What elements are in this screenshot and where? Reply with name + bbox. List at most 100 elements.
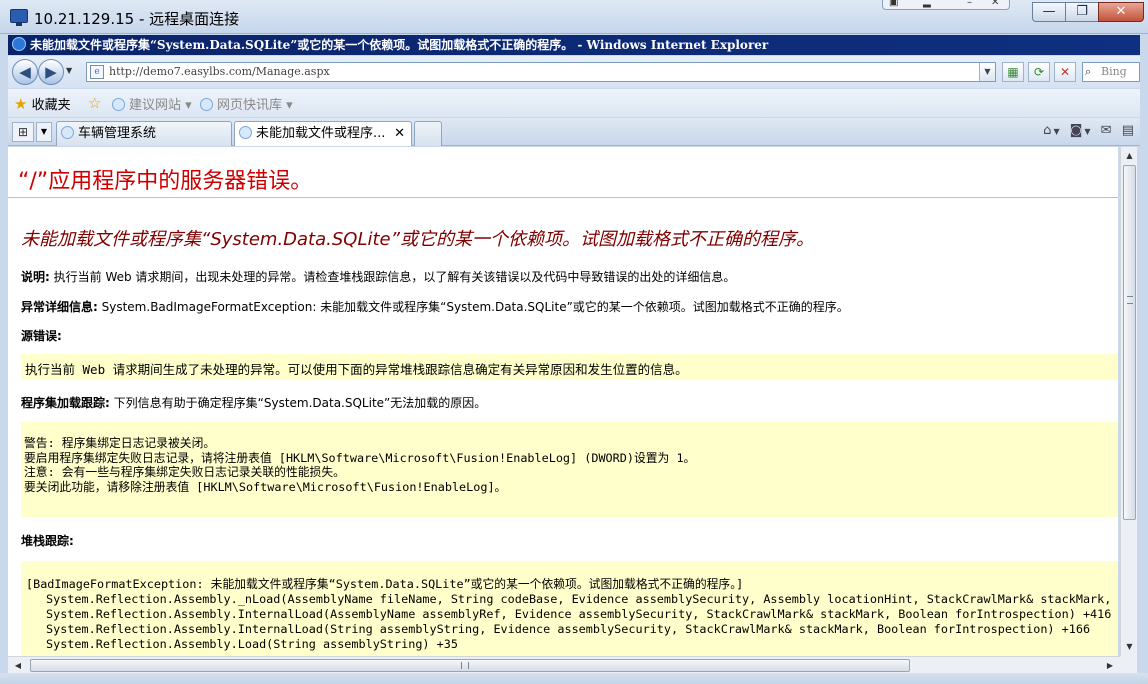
grip-icon <box>461 662 469 669</box>
stop-icon: ✕ <box>1059 65 1071 79</box>
source-error-text: 执行当前 Web 请求期间生成了未处理的异常。可以使用下面的异常堆栈跟踪信息确定… <box>25 362 688 377</box>
tab-label: 未能加载文件或程序... <box>256 126 386 141</box>
description-text: 执行当前 Web 请求期间，出现未处理的异常。请检查堆栈跟踪信息，以了解有关该错… <box>49 270 736 284</box>
favorites-star-icon: ★ <box>14 95 28 113</box>
print-icon[interactable]: ▤ <box>1122 123 1134 138</box>
horizontal-scroll-thumb[interactable] <box>30 659 910 672</box>
tab-vehicle-management[interactable]: 车辆管理系统 <box>56 121 232 146</box>
restore-icon: ❐ <box>1076 4 1088 19</box>
tab-error-page[interactable]: 未能加载文件或程序... ✕ <box>234 121 412 146</box>
scrollbar-corner <box>1120 656 1137 673</box>
scroll-right-icon[interactable]: ▶ <box>1102 658 1118 673</box>
feeds-icon[interactable]: ◙ <box>1070 123 1083 138</box>
tab-list-dropdown[interactable]: ▼ <box>36 122 52 142</box>
ie-page-icon <box>112 98 125 111</box>
back-arrow-icon: ◀ <box>19 63 31 81</box>
history-dropdown-icon[interactable]: ▼ <box>66 66 72 75</box>
back-button[interactable]: ◀ <box>12 59 38 85</box>
navigation-bar: ◀ ▶ ▼ e http://demo7.easylbs.com/Manage.… <box>8 56 1140 88</box>
source-error-heading: 源错误: <box>21 327 62 344</box>
window-controls: — ❐ ✕ <box>1032 2 1144 24</box>
assembly-trace-box: 警告: 程序集绑定日志记录被关闭。 要启用程序集绑定失败日志记录，请将注册表值 [… <box>21 422 1118 517</box>
stack-line: System.Reflection.Assembly._nLoad(Assemb… <box>46 592 1118 606</box>
description-label: 说明: <box>21 270 50 284</box>
quick-tabs-button[interactable]: ⊞ <box>12 122 34 142</box>
stack-trace-label: 堆栈跟踪: <box>21 534 74 548</box>
forward-button[interactable]: ▶ <box>38 59 64 85</box>
exception-text: System.BadImageFormatException: 未能加载文件或程… <box>97 300 849 314</box>
favorites-button[interactable]: ★ 收藏夹 <box>14 94 71 113</box>
feeds-dropdown-icon[interactable]: ▼ <box>1084 127 1090 136</box>
web-slice-gallery-link[interactable]: 网页快讯库 ▾ <box>200 94 293 113</box>
rdp-window-title: 10.21.129.15 - 远程桌面连接 <box>34 10 240 28</box>
frame-left <box>0 34 8 674</box>
url-text[interactable]: http://demo7.easylbs.com/Manage.aspx <box>109 63 330 81</box>
address-bar[interactable]: e http://demo7.easylbs.com/Manage.aspx ▼ <box>86 62 996 82</box>
add-favorite-button[interactable]: ☆ <box>88 94 101 112</box>
source-error-label: 源错误: <box>21 329 62 343</box>
compatibility-view-button[interactable]: ▦ <box>1002 62 1024 82</box>
home-dropdown-icon[interactable]: ▼ <box>1053 127 1059 136</box>
connection-close-icon[interactable]: ✕ <box>991 0 999 8</box>
stop-button[interactable]: ✕ <box>1054 62 1076 82</box>
read-mail-icon[interactable]: ✉ <box>1101 123 1112 138</box>
refresh-button[interactable]: ⟳ <box>1028 62 1050 82</box>
scroll-left-icon[interactable]: ◀ <box>10 658 26 673</box>
suggested-sites-link[interactable]: 建议网站 ▾ <box>112 94 192 113</box>
assembly-trace-paragraph: 程序集加载跟踪: 下列信息有助于确定程序集“System.Data.SQLite… <box>21 394 486 411</box>
description-paragraph: 说明: 执行当前 Web 请求期间，出现未处理的异常。请检查堆栈跟踪信息，以了解… <box>21 268 735 285</box>
close-tab-icon[interactable]: ✕ <box>394 122 405 145</box>
fav-item-label: 建议网站 ▾ <box>129 98 192 113</box>
assembly-line: 要关闭此功能，请移除注册表值 [HKLM\Software\Microsoft\… <box>24 479 507 494</box>
add-to-favorites-icon: ☆ <box>88 94 102 112</box>
ie-page-icon <box>239 126 252 139</box>
exception-paragraph: 异常详细信息: System.BadImageFormatException: … <box>21 298 849 315</box>
scroll-down-icon[interactable]: ▼ <box>1122 639 1137 655</box>
remote-desktop-icon <box>10 9 28 26</box>
close-window-button[interactable]: ✕ <box>1098 2 1144 22</box>
quick-tabs-icon: ⊞ <box>17 125 29 139</box>
search-placeholder: Bing <box>1101 65 1127 78</box>
assembly-line: 警告: 程序集绑定日志记录被关闭。 <box>24 436 216 450</box>
favorites-bar: ★ 收藏夹 ☆ 建议网站 ▾ 网页快讯库 ▾ <box>8 89 1140 117</box>
stack-line: [BadImageFormatException: 未能加载文件或程序集“Sys… <box>26 577 744 591</box>
scroll-up-icon[interactable]: ▲ <box>1122 148 1137 164</box>
search-input[interactable]: ⌕ Bing <box>1082 62 1140 82</box>
home-icon[interactable]: ⌂ <box>1043 123 1051 138</box>
pin-icon[interactable]: ▣ <box>889 0 898 8</box>
horizontal-scrollbar[interactable]: ◀ ▶ <box>8 656 1120 673</box>
connection-minimize-icon[interactable]: – <box>967 0 972 8</box>
assembly-line: 要启用程序集绑定失败日志记录，请将注册表值 [HKLM\Software\Mic… <box>24 450 696 465</box>
stack-line: System.Reflection.Assembly.Load(String a… <box>46 637 458 651</box>
favorites-label: 收藏夹 <box>31 98 71 113</box>
internet-explorer-icon <box>12 37 26 51</box>
assembly-line: 注意: 会有一些与程序集绑定失败日志记录关联的性能损失。 <box>24 465 345 479</box>
stack-trace-box: [BadImageFormatException: 未能加载文件或程序集“Sys… <box>21 561 1118 656</box>
ie-page-icon <box>200 98 213 111</box>
restore-button[interactable]: ❐ <box>1065 2 1099 22</box>
chevron-down-icon: ▼ <box>40 127 48 136</box>
command-bar: ⌂ ▼ ◙ ▼ ✉ ▤ <box>1037 123 1134 138</box>
close-icon: ✕ <box>1115 4 1127 19</box>
grip-icon <box>1127 296 1133 304</box>
vertical-scroll-thumb[interactable] <box>1123 165 1136 520</box>
tab-bar: ⊞ ▼ 车辆管理系统 未能加载文件或程序... ✕ ⌂ ▼ ◙ ▼ ✉ ▤ <box>8 118 1140 146</box>
page-content: “/”应用程序中的服务器错误。 未能加载文件或程序集“System.Data.S… <box>8 147 1118 656</box>
ie-page-icon <box>61 126 74 139</box>
stack-line: System.Reflection.Assembly.InternalLoad(… <box>46 607 1112 621</box>
vertical-scrollbar[interactable]: ▲ ▼ <box>1120 147 1137 656</box>
frame-bottom <box>0 673 1148 684</box>
compatibility-icon: ▦ <box>1007 65 1019 79</box>
search-icon: ⌕ <box>1085 65 1092 78</box>
ie-title-bar: 未能加载文件或程序集“System.Data.SQLite”或它的某一个依赖项。… <box>8 35 1140 55</box>
address-dropdown-icon[interactable]: ▼ <box>979 63 995 81</box>
assembly-trace-label: 程序集加载跟踪: <box>21 396 110 410</box>
page-title: “/”应用程序中的服务器错误。 <box>18 169 313 194</box>
new-tab-button[interactable] <box>414 121 442 146</box>
stack-trace-heading: 堆栈跟踪: <box>21 532 74 549</box>
rdp-connection-bar[interactable]: ▣ ▂ – ✕ <box>882 0 1010 10</box>
divider <box>8 197 1118 198</box>
refresh-icon: ⟳ <box>1033 65 1045 79</box>
minimize-button[interactable]: — <box>1032 2 1066 22</box>
minimize-icon: — <box>1042 4 1056 19</box>
